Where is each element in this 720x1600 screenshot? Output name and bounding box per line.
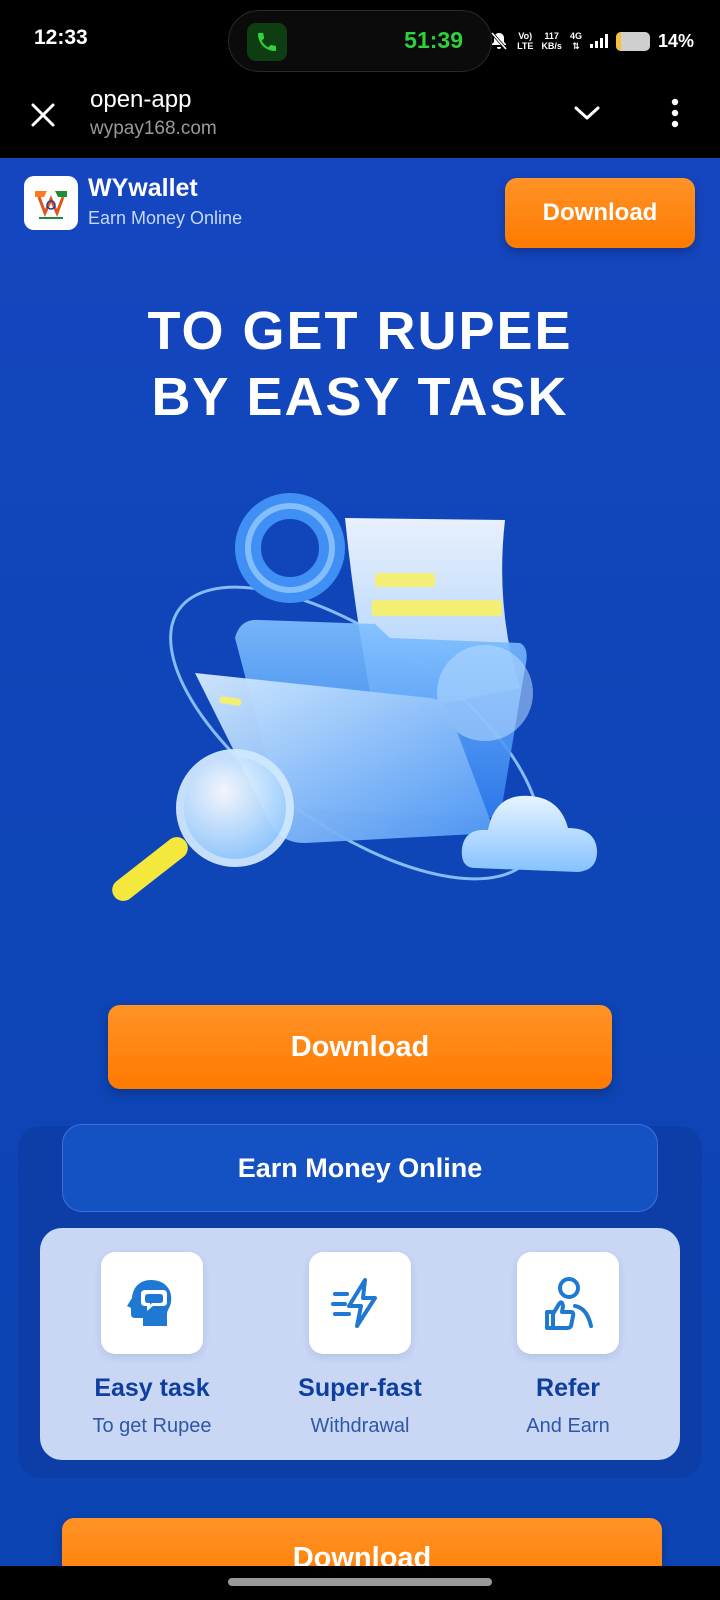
headline-line-1: TO GET RUPEE: [147, 301, 573, 361]
feature-easy-task: Easy task To get Rupee: [52, 1252, 252, 1438]
hero-illustration: [112, 493, 598, 901]
paper-line-2: [372, 600, 502, 616]
app-tagline: Earn Money Online: [88, 208, 243, 228]
speed-value: 117: [544, 31, 559, 41]
phone-icon: [247, 23, 287, 61]
main-download-button[interactable]: Download: [108, 1005, 612, 1089]
page-domain: wypay168.com: [90, 118, 217, 139]
wallet-logo-icon: [31, 183, 71, 223]
custom-tab-toolbar: open-app wypay168.com: [0, 82, 720, 158]
app-name: WYwallet: [88, 174, 198, 202]
magnifier-handle: [112, 837, 188, 901]
web-page: WYwallet Earn Money Online Download TO G…: [0, 158, 720, 1566]
network-bottom-text: LTE: [517, 41, 534, 51]
battery-icon: [615, 31, 650, 51]
network-type-text: 4G: [569, 31, 582, 41]
paper-line-1: [375, 573, 435, 587]
feature-title: Easy task: [94, 1374, 210, 1402]
expand-button[interactable]: [570, 96, 604, 130]
ongoing-call-pill[interactable]: 51:39: [228, 10, 492, 72]
feature-refer: Refer And Earn: [468, 1252, 668, 1438]
network-top-text: Vo): [518, 31, 533, 41]
network-type: 4G ⇅: [570, 31, 582, 51]
feature-subtitle: To get Rupee: [92, 1415, 212, 1437]
system-nav-bar: [0, 1566, 720, 1600]
status-time: 12:33: [34, 26, 88, 49]
magnifier-lens: [176, 749, 294, 867]
features-title: Earn Money Online: [62, 1124, 658, 1212]
bottom-download-button[interactable]: Download: [62, 1518, 662, 1566]
battery-level-fill: [615, 31, 621, 51]
volte-indicator: Vo) LTE: [517, 31, 533, 51]
updown-arrows-icon: ⇅: [572, 41, 580, 51]
feature-subtitle: Withdrawal: [310, 1415, 410, 1437]
status-bar: 12:33 51:39 Vo) LTE 117 KB/s 4G ⇅ 14%: [0, 0, 720, 82]
speed-unit: KB/s: [541, 41, 562, 51]
hero-headline: TO GET RUPEE BY EASY TASK: [0, 298, 720, 430]
feature-title: Refer: [536, 1374, 600, 1402]
data-speed: 117 KB/s: [541, 31, 562, 51]
battery-percent: 14%: [657, 30, 694, 51]
status-indicators: Vo) LTE 117 KB/s 4G ⇅ 14%: [489, 28, 694, 54]
header-download-button[interactable]: Download: [505, 178, 695, 248]
lightning-icon: [309, 1252, 411, 1354]
headline-line-2: BY EASY TASK: [151, 367, 569, 427]
more-vertical-icon: [671, 98, 679, 128]
close-button[interactable]: [26, 98, 60, 132]
features-card: Easy task To get Rupee Super-fast Withdr…: [40, 1228, 680, 1460]
app-logo: [24, 176, 78, 230]
close-icon: [31, 103, 55, 127]
signal-icon: [589, 34, 608, 48]
page-title: open-app: [90, 86, 192, 113]
feature-subtitle: And Earn: [526, 1415, 610, 1437]
home-gesture-handle[interactable]: [228, 1578, 492, 1586]
chevron-down-icon: [574, 106, 600, 120]
bell-muted-icon: [490, 32, 508, 50]
head-chat-icon: [101, 1252, 203, 1354]
feature-title: Super-fast: [298, 1374, 422, 1402]
more-options-button[interactable]: [660, 96, 690, 130]
call-timer: 51:39: [404, 27, 463, 53]
user-thumbs-up-icon: [517, 1252, 619, 1354]
feature-super-fast: Super-fast Withdrawal: [260, 1252, 460, 1438]
features-panel: Earn Money Online Easy task To get Rupee: [18, 1124, 702, 1478]
